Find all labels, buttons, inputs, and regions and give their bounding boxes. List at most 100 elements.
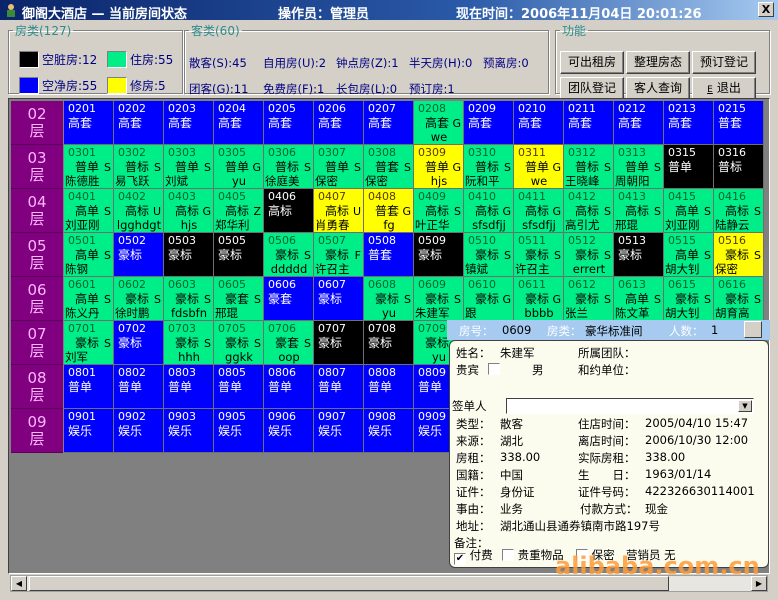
signer-select[interactable]: ▼ <box>506 398 754 414</box>
room-cell[interactable]: 0516 豪标 S 保密 <box>714 233 764 277</box>
reservation-button[interactable]: 预订登记 <box>692 51 756 74</box>
room-cell[interactable]: 0201 高套 <box>64 101 114 145</box>
room-cell[interactable]: 0605 豪套 S 邢琨 <box>214 277 264 321</box>
room-cell[interactable]: 0615 豪标 S 胡大钊 <box>664 277 714 321</box>
room-cell[interactable]: 0306 普标 S 徐庭美 <box>264 145 314 189</box>
room-cell[interactable]: 0207 高套 <box>364 101 414 145</box>
room-cell[interactable]: 0513 豪标 <box>614 233 664 277</box>
room-cell[interactable]: 0202 高套 <box>114 101 164 145</box>
room-cell[interactable]: 0509 豪标 <box>414 233 464 277</box>
guest-search-button[interactable]: 客人查询 <box>626 77 690 100</box>
room-cell[interactable]: 0805 普单 <box>214 365 264 409</box>
room-cell[interactable]: 0402 高标 Ulgghdgt <box>114 189 164 233</box>
available-rooms-button[interactable]: 可出租房 <box>560 51 624 74</box>
room-cell[interactable]: 0302 普标 S 易飞跃 <box>114 145 164 189</box>
room-cell[interactable]: 0902 娱乐 <box>114 409 164 453</box>
room-cell[interactable]: 0613 高单 S 陈文革 <box>614 277 664 321</box>
vip-checkbox[interactable] <box>488 362 500 376</box>
scroll-left-arrow-icon[interactable]: ◀ <box>11 576 27 591</box>
room-cell[interactable]: 0907 娱乐 <box>314 409 364 453</box>
room-cell[interactable]: 0602 豪标 S 徐时鹏 <box>114 277 164 321</box>
room-cell[interactable]: 0612 豪标 S 张兰 <box>564 277 614 321</box>
room-cell[interactable]: 0415 高单 S 刘亚刚 <box>664 189 714 233</box>
dropdown-arrow-icon[interactable]: ▼ <box>738 400 752 412</box>
room-cell[interactable]: 0705 豪标 Sggkk <box>214 321 264 365</box>
room-cell[interactable]: 0416 高标 S 陆静云 <box>714 189 764 233</box>
room-cell[interactable]: 0906 娱乐 <box>264 409 314 453</box>
room-cell[interactable]: 0401 高单 S 刘亚刚 <box>64 189 114 233</box>
room-cell[interactable]: 0310 普标 S 阮和平 <box>464 145 514 189</box>
room-cell[interactable]: 0407 高标 U 肖勇春 <box>314 189 364 233</box>
room-cell[interactable]: 0616 豪标 S 胡育高 <box>714 277 764 321</box>
room-cell[interactable]: 0601 高单 S 陈义丹 <box>64 277 114 321</box>
room-cell[interactable]: 0308 普套 S 保密 <box>364 145 414 189</box>
room-cell[interactable]: 0901 娱乐 <box>64 409 114 453</box>
room-cell[interactable]: 0209 高套 <box>464 101 514 145</box>
room-cell[interactable]: 0210 高套 <box>514 101 564 145</box>
room-cell[interactable]: 0211 高套 <box>564 101 614 145</box>
room-cell[interactable]: 0206 高套 <box>314 101 364 145</box>
room-cell[interactable]: 0606 豪套 <box>264 277 314 321</box>
room-cell[interactable]: 0903 娱乐 <box>164 409 214 453</box>
room-cell[interactable]: 0610 豪标 G 跟 <box>464 277 514 321</box>
room-cell[interactable]: 0603 豪标 Sfdsbfn <box>164 277 214 321</box>
room-cell[interactable]: 0313 普单 S 周朝阳 <box>614 145 664 189</box>
room-cell[interactable]: 0410 高标 Gsfsdfjj <box>464 189 514 233</box>
room-cell[interactable]: 0507 豪标 F 许召主 <box>314 233 364 277</box>
room-cell[interactable]: 0413 高标 S 邢琨 <box>614 189 664 233</box>
room-cell[interactable]: 0701 豪标 S 刘军 <box>64 321 114 365</box>
room-cell[interactable]: 0501 高单 S 陈钢 <box>64 233 114 277</box>
room-cell[interactable]: 0212 高套 <box>614 101 664 145</box>
close-button[interactable]: X <box>758 2 774 17</box>
room-cell[interactable]: 0305 普单 Gyu <box>214 145 264 189</box>
room-cell[interactable]: 0303 普单 S 刘斌 <box>164 145 214 189</box>
room-cell[interactable]: 0708 豪标 <box>364 321 414 365</box>
room-cell[interactable]: 0208 高套 Gwe <box>414 101 464 145</box>
room-cell[interactable]: 0806 普单 <box>264 365 314 409</box>
room-cell[interactable]: 0205 高套 <box>264 101 314 145</box>
room-cell[interactable]: 0803 普单 <box>164 365 214 409</box>
paid-checkbox[interactable]: ✔ 付费 <box>454 547 493 565</box>
room-cell[interactable]: 0307 普单 S 保密 <box>314 145 364 189</box>
room-cell[interactable]: 0609 豪标 S 朱建军 <box>414 277 464 321</box>
room-cell[interactable]: 0408 普套 Gfg <box>364 189 414 233</box>
room-cell[interactable]: 0405 高标 Z 郑华利 <box>214 189 264 233</box>
room-cell[interactable]: 0608 豪标 Syu <box>364 277 414 321</box>
room-cell[interactable]: 0411 高标 Gsfsdfjj <box>514 189 564 233</box>
room-cell[interactable]: 0515 高单 S 胡大钊 <box>664 233 714 277</box>
room-cell[interactable]: 0707 豪标 <box>314 321 364 365</box>
room-cell[interactable]: 0312 普标 S 王晓峰 <box>564 145 614 189</box>
room-cell[interactable]: 0510 豪标 S 镇斌 <box>464 233 514 277</box>
room-cell[interactable]: 0316 普标 <box>714 145 764 189</box>
room-cell[interactable]: 0808 普单 <box>364 365 414 409</box>
room-cell[interactable]: 0315 普单 <box>664 145 714 189</box>
room-cell[interactable]: 0908 娱乐 <box>364 409 414 453</box>
room-cell[interactable]: 0409 高标 S 叶正华 <box>414 189 464 233</box>
room-cell[interactable]: 0802 普单 <box>114 365 164 409</box>
room-cell[interactable]: 0512 豪标 Serrert <box>564 233 614 277</box>
room-cell[interactable]: 0213 高套 <box>664 101 714 145</box>
room-cell[interactable]: 0703 豪标 Shhh <box>164 321 214 365</box>
room-cell[interactable]: 0311 普单 Gwe <box>514 145 564 189</box>
room-cell[interactable]: 0203 高套 <box>164 101 214 145</box>
room-cell[interactable]: 0807 普单 <box>314 365 364 409</box>
room-cell[interactable]: 0406 高标 <box>264 189 314 233</box>
room-cell[interactable]: 0502 豪标 <box>114 233 164 277</box>
room-cell[interactable]: 0511 豪标 S 许召主 <box>514 233 564 277</box>
room-cell[interactable]: 0301 普单 S 陈德胜 <box>64 145 114 189</box>
room-cell[interactable]: 0607 豪标 <box>314 277 364 321</box>
room-cell[interactable]: 0505 豪标 <box>214 233 264 277</box>
room-cell[interactable]: 0204 高套 <box>214 101 264 145</box>
exit-button[interactable]: E 退出 <box>692 77 756 100</box>
room-cell[interactable]: 0403 高标 Ghjs <box>164 189 214 233</box>
room-cell[interactable]: 0412 高标 S 高引尤 <box>564 189 614 233</box>
tidy-room-status-button[interactable]: 整理房态 <box>626 51 690 74</box>
group-register-button[interactable]: 团队登记 <box>560 77 624 100</box>
room-cell[interactable]: 0611 豪标 Gbbbb <box>514 277 564 321</box>
room-cell[interactable]: 0706 豪套 Soop <box>264 321 314 365</box>
room-cell[interactable]: 0215 普套 <box>714 101 764 145</box>
room-cell[interactable]: 0801 普单 <box>64 365 114 409</box>
room-cell[interactable]: 0508 普套 <box>364 233 414 277</box>
room-cell[interactable]: 0702 豪标 <box>114 321 164 365</box>
room-cell[interactable]: 0309 普单 Ghjs <box>414 145 464 189</box>
